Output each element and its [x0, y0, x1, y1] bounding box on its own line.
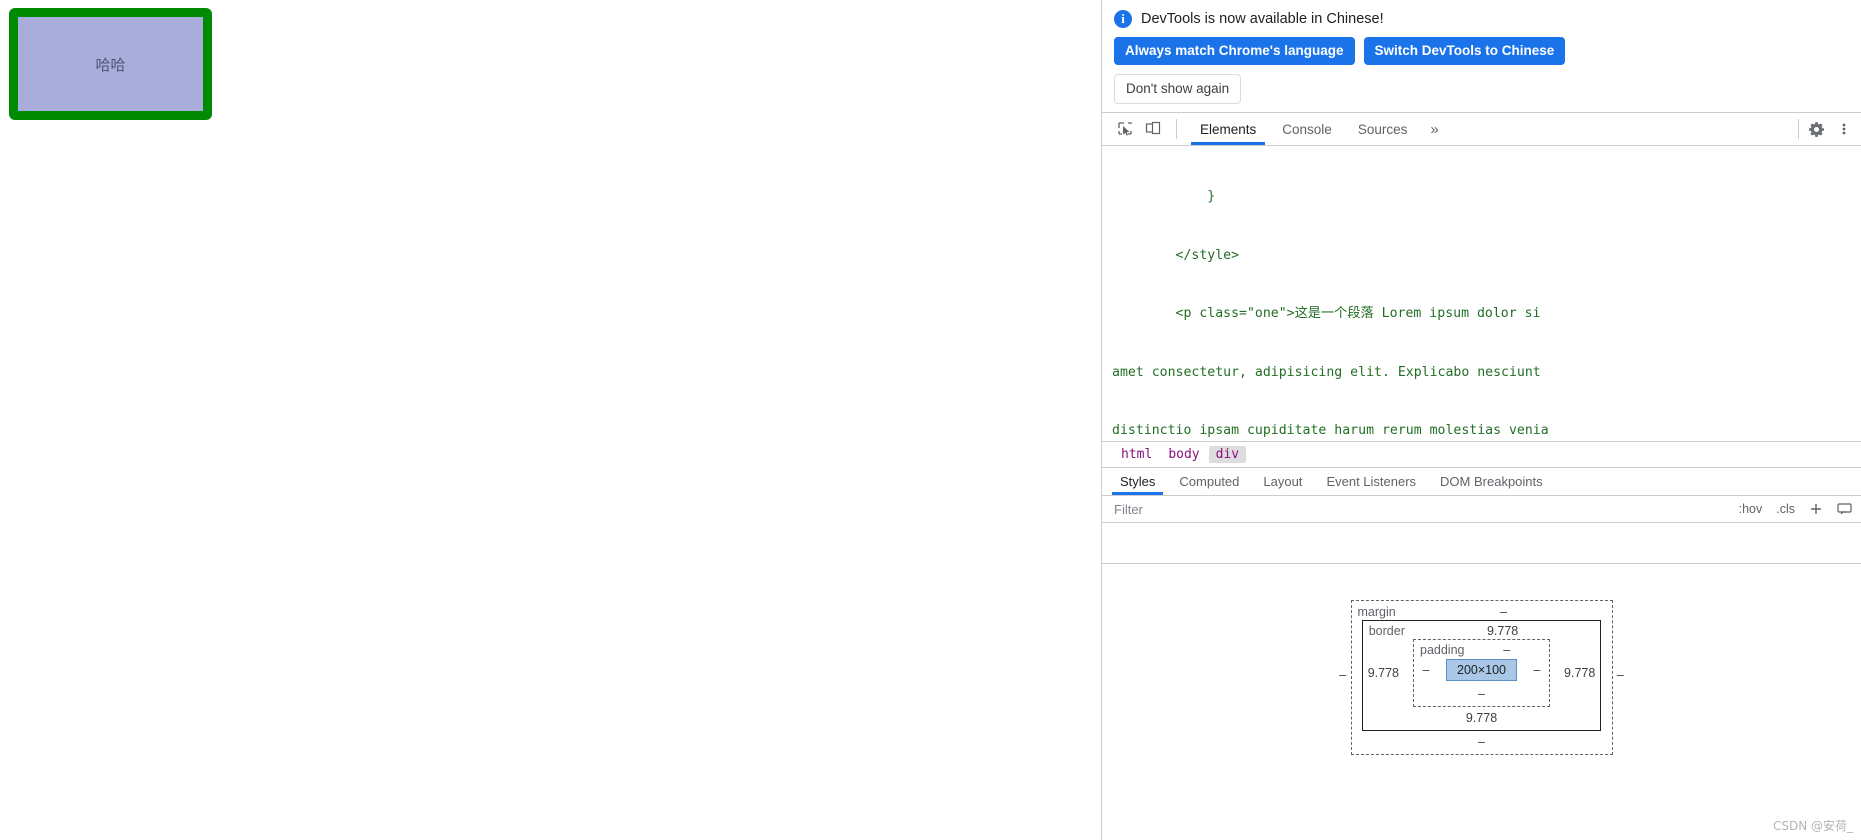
dom-tree-view[interactable]: } </style> <p class="one">这是一个段落 Lorem i…	[1102, 146, 1861, 441]
tab-dom-breakpoints[interactable]: DOM Breakpoints	[1428, 468, 1555, 495]
box-model-padding-left[interactable]: –	[1414, 663, 1438, 677]
box-model-diagram: margin – – border 9.778 9.778 padding – …	[1102, 564, 1861, 756]
box-model-margin-left[interactable]: –	[1331, 668, 1355, 682]
info-icon: i	[1114, 10, 1132, 28]
box-model-border-right[interactable]: 9.778	[1559, 666, 1600, 680]
code-line: amet consectetur, adipisicing elit. Expl…	[1112, 364, 1541, 380]
box-model-margin-right[interactable]: –	[1608, 668, 1632, 682]
banner-primary-buttons: Always match Chrome's language Switch De…	[1114, 37, 1849, 66]
box-model-padding-bottom[interactable]: –	[1478, 687, 1485, 701]
watermark-text: CSDN @安荷_	[1772, 819, 1853, 833]
devtools-language-banner: i DevTools is now available in Chinese! …	[1102, 0, 1861, 114]
box-model-padding-label: padding	[1420, 643, 1465, 658]
code-line: </style>	[1112, 247, 1240, 263]
box-model-border-bottom[interactable]: 9.778	[1466, 711, 1497, 725]
code-line: distinctio ipsam cupiditate harum rerum …	[1112, 423, 1549, 439]
page-demo-div-text: 哈哈	[95, 55, 126, 74]
rendered-page-viewport: 哈哈	[0, 0, 1101, 840]
styles-pane-tab-list: Styles Computed Layout Event Listeners D…	[1102, 468, 1861, 497]
device-toolbar-icon[interactable]	[1140, 116, 1166, 142]
toolbar-divider	[1176, 119, 1177, 140]
element-classes-icon[interactable]	[1834, 502, 1855, 516]
cls-toggle-button[interactable]: .cls	[1773, 502, 1798, 516]
devtools-panel: i DevTools is now available in Chinese! …	[1101, 0, 1861, 840]
box-model-margin-label: margin	[1357, 605, 1396, 620]
inspect-element-icon[interactable]	[1112, 116, 1138, 142]
page-demo-div: 哈哈	[9, 8, 212, 120]
filter-input[interactable]	[1112, 500, 1728, 518]
styles-filter-bar: :hov .cls	[1102, 496, 1861, 524]
tab-elements[interactable]: Elements	[1187, 113, 1269, 146]
breadcrumb-item-html[interactable]: html	[1114, 446, 1159, 463]
box-model-border-box: border 9.778 9.778 padding – – 200×100 –…	[1361, 620, 1602, 732]
tab-event-listeners[interactable]: Event Listeners	[1314, 468, 1428, 495]
more-tabs-icon[interactable]: »	[1420, 113, 1448, 145]
banner-secondary-buttons: Don't show again	[1114, 74, 1849, 105]
hov-toggle-button[interactable]: :hov	[1736, 502, 1766, 516]
box-model-margin-bottom[interactable]: –	[1478, 735, 1485, 749]
styles-rule-list[interactable]: display: block; }	[1102, 523, 1861, 565]
box-model-border-top[interactable]: 9.778	[1405, 624, 1600, 638]
code-line: <p class="one">这是一个段落 Lorem ipsum dolor …	[1112, 306, 1541, 322]
kebab-menu-icon[interactable]	[1831, 116, 1857, 142]
toolbar-divider-right	[1798, 119, 1799, 140]
banner-message-text: DevTools is now available in Chinese!	[1141, 11, 1384, 27]
devtools-main-toolbar: Elements Console Sources »	[1102, 113, 1861, 147]
devtools-tab-list: Elements Console Sources »	[1181, 113, 1794, 146]
always-match-chrome-language-button[interactable]: Always match Chrome's language	[1114, 37, 1355, 66]
box-model-border-label: border	[1368, 624, 1405, 639]
tab-console[interactable]: Console	[1269, 113, 1345, 145]
switch-devtools-to-chinese-button[interactable]: Switch DevTools to Chinese	[1363, 37, 1566, 66]
box-model-padding-right[interactable]: –	[1525, 663, 1549, 677]
box-model-padding-box: padding – – 200×100 – –	[1413, 639, 1551, 708]
box-model-margin-top[interactable]: –	[1396, 605, 1612, 619]
box-model-content-size[interactable]: 200×100	[1446, 659, 1518, 682]
gear-icon[interactable]	[1803, 116, 1829, 142]
toolbar-icon-group	[1102, 113, 1172, 145]
breadcrumb-item-body[interactable]: body	[1161, 446, 1206, 463]
code-line: }	[1112, 189, 1216, 205]
tab-sources[interactable]: Sources	[1345, 113, 1421, 145]
tab-computed[interactable]: Computed	[1167, 468, 1251, 495]
breadcrumb: html body div	[1102, 441, 1861, 469]
box-model-border-left[interactable]: 9.778	[1363, 666, 1404, 680]
box-model-padding-top[interactable]: –	[1465, 643, 1550, 657]
box-model-margin-box: margin – – border 9.778 9.778 padding – …	[1339, 600, 1624, 756]
tab-styles[interactable]: Styles	[1108, 468, 1167, 496]
dont-show-again-button[interactable]: Don't show again	[1114, 74, 1242, 105]
tab-layout[interactable]: Layout	[1251, 468, 1314, 495]
plus-icon[interactable]	[1806, 502, 1826, 516]
banner-message-row: i DevTools is now available in Chinese!	[1114, 4, 1849, 37]
breadcrumb-item-div[interactable]: div	[1208, 446, 1247, 464]
toolbar-right-group	[1803, 113, 1861, 145]
